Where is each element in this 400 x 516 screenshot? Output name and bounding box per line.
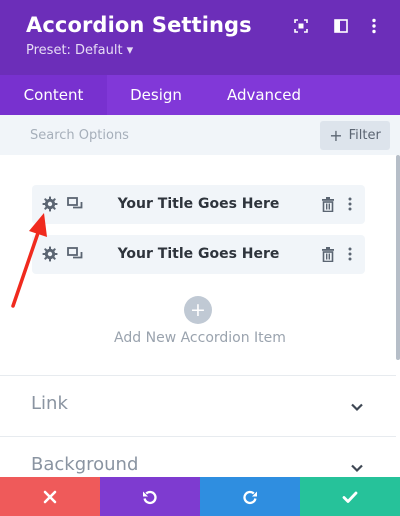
check-icon xyxy=(342,491,358,503)
tab-bar: Content Design Advanced xyxy=(0,75,400,115)
duplicate-icon[interactable] xyxy=(66,195,84,213)
filter-label: Filter xyxy=(348,128,381,143)
discard-button[interactable] xyxy=(0,477,100,516)
gear-icon[interactable] xyxy=(41,245,59,263)
redo-button[interactable] xyxy=(200,477,300,516)
plus-icon: + xyxy=(329,125,343,145)
save-button[interactable] xyxy=(300,477,400,516)
trash-icon[interactable] xyxy=(319,245,337,263)
filter-button[interactable]: + Filter xyxy=(320,121,390,150)
search-input[interactable] xyxy=(18,121,298,149)
undo-icon xyxy=(143,490,157,504)
modal-header: Accordion Settings Preset: Default ▾ xyxy=(0,0,400,75)
accordion-item[interactable]: Your Title Goes Here xyxy=(32,185,365,224)
search-bar: + Filter xyxy=(0,115,400,155)
section-title: Background xyxy=(31,454,139,475)
more-vertical-icon[interactable] xyxy=(341,195,359,213)
accordion-item[interactable]: Your Title Goes Here xyxy=(32,235,365,274)
footer-bar xyxy=(0,477,400,516)
more-vertical-icon[interactable] xyxy=(362,14,386,38)
chevron-down-icon xyxy=(351,403,363,412)
close-icon xyxy=(43,490,57,503)
sidebar-toggle-icon[interactable] xyxy=(329,14,353,38)
tab-advanced[interactable]: Advanced xyxy=(205,75,323,115)
modal-title: Accordion Settings xyxy=(26,13,252,37)
duplicate-icon[interactable] xyxy=(66,245,84,263)
focus-icon[interactable] xyxy=(289,14,313,38)
plus-icon: + xyxy=(190,298,206,321)
redo-icon xyxy=(243,490,257,504)
tab-design[interactable]: Design xyxy=(107,75,205,115)
section-title: Link xyxy=(31,393,68,414)
undo-button[interactable] xyxy=(100,477,200,516)
add-accordion-item-label[interactable]: Add New Accordion Item xyxy=(0,330,400,346)
chevron-down-icon xyxy=(351,464,363,473)
tab-content[interactable]: Content xyxy=(0,75,107,115)
trash-icon[interactable] xyxy=(319,195,337,213)
preset-selector[interactable]: Preset: Default ▾ xyxy=(26,43,133,58)
gear-icon[interactable] xyxy=(41,195,59,213)
add-accordion-item-button[interactable]: + xyxy=(184,296,212,324)
section-link[interactable]: Link xyxy=(0,375,396,435)
more-vertical-icon[interactable] xyxy=(341,245,359,263)
